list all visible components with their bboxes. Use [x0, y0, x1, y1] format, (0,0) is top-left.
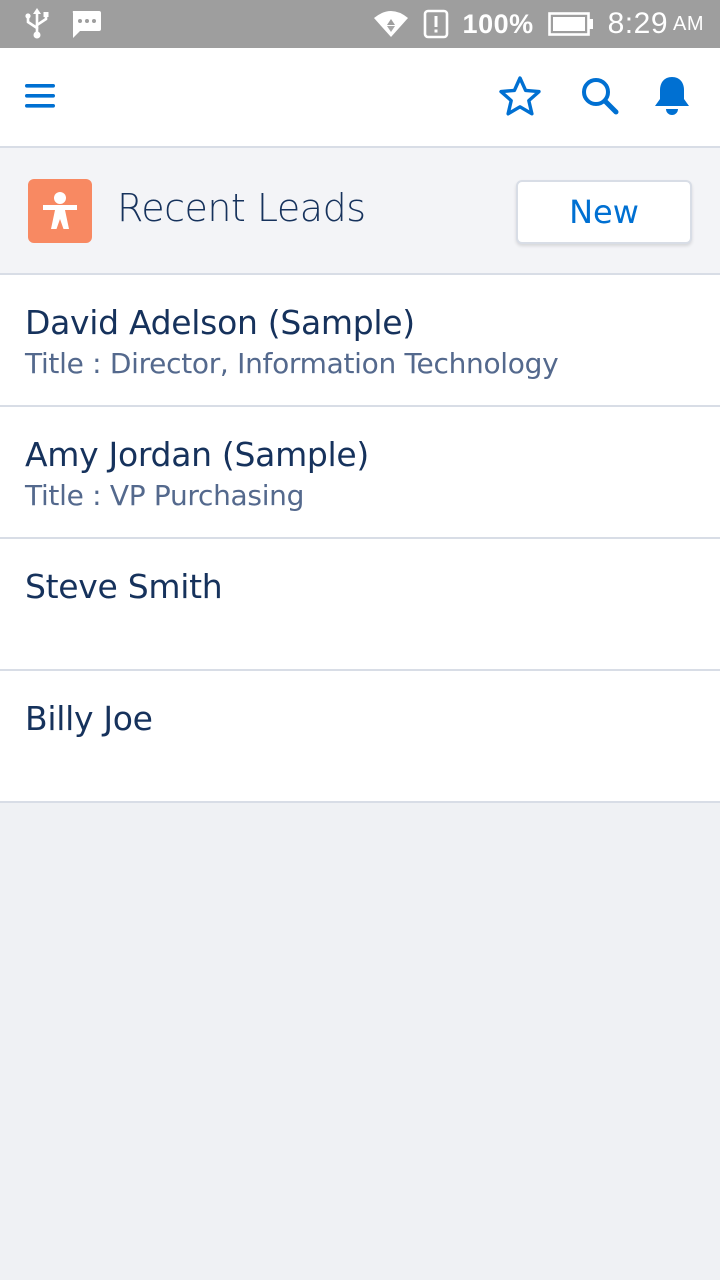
wifi-icon	[373, 10, 409, 38]
lead-person-icon	[28, 179, 92, 243]
usb-icon	[22, 8, 52, 40]
bell-icon	[652, 75, 692, 122]
search-icon	[580, 76, 620, 121]
lead-title-label: Title :	[25, 479, 110, 512]
battery-icon	[547, 12, 594, 36]
status-left	[22, 8, 120, 40]
lead-name: Steve Smith	[25, 567, 223, 606]
clock-ampm: AM	[673, 12, 704, 35]
app-header	[0, 48, 720, 148]
menu-button[interactable]	[18, 76, 62, 120]
clock-time: 8:29	[607, 7, 668, 40]
page-title: Recent Leads	[117, 186, 366, 230]
list-header: Recent Leads New	[0, 148, 720, 275]
lead-title-label: Title :	[25, 347, 110, 380]
lead-title: Title : Director, Information Technology	[25, 347, 559, 380]
menu-icon	[23, 81, 57, 116]
list-item[interactable]: Amy Jordan (Sample) Title : VP Purchasin…	[0, 407, 720, 539]
list-item[interactable]: David Adelson (Sample) Title : Director,…	[0, 275, 720, 407]
favorites-button[interactable]	[498, 75, 542, 122]
new-lead-button[interactable]: New	[516, 180, 692, 244]
battery-percent: 100%	[462, 8, 534, 39]
lead-list: David Adelson (Sample) Title : Director,…	[0, 275, 720, 803]
lead-title: Title : VP Purchasing	[25, 479, 304, 512]
list-item[interactable]: Billy Joe	[0, 671, 720, 803]
star-icon	[498, 75, 542, 122]
lead-name: David Adelson (Sample)	[25, 303, 415, 342]
status-clock: 8:29 AM	[608, 7, 704, 41]
lead-name: Billy Joe	[25, 699, 153, 738]
lead-title-value: VP Purchasing	[109, 479, 305, 512]
status-right: 100% 8:29 AM	[359, 0, 704, 48]
status-bar: 100% 8:29 AM	[0, 0, 720, 48]
lead-name: Amy Jordan (Sample)	[25, 435, 370, 474]
notifications-button[interactable]	[650, 76, 694, 120]
lead-title-value: Director, Information Technology	[109, 347, 559, 380]
alert-icon	[423, 9, 449, 39]
search-button[interactable]	[578, 76, 622, 120]
list-item[interactable]: Steve Smith	[0, 539, 720, 671]
message-icon	[70, 9, 102, 39]
